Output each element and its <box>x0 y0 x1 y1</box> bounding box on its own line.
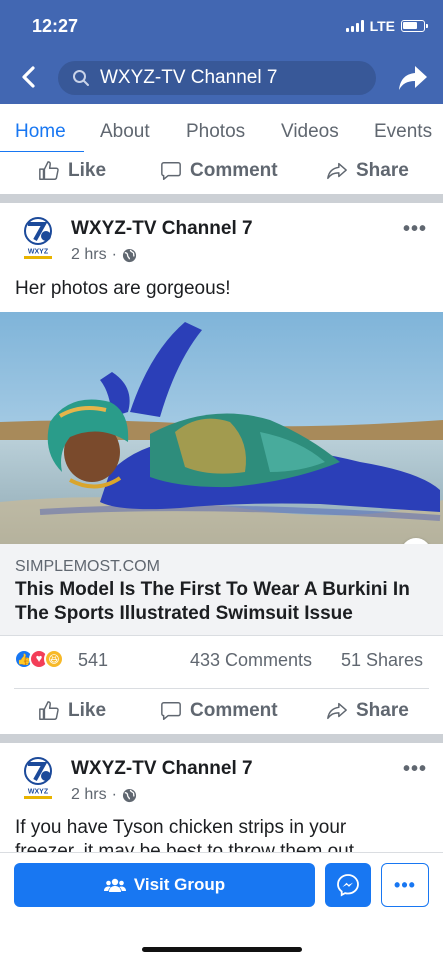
thumbs-up-icon <box>39 161 59 180</box>
shares-count[interactable]: 51 Shares <box>341 650 423 671</box>
page-name[interactable]: WXYZ-TV Channel 7 <box>71 758 253 780</box>
tab-photos[interactable]: Photos <box>186 121 245 143</box>
search-input[interactable]: WXYZ-TV Channel 7 <box>58 61 376 95</box>
feed-divider <box>0 734 443 743</box>
group-icon <box>103 878 126 892</box>
status-time: 12:27 <box>32 16 79 36</box>
back-button[interactable] <box>14 62 44 92</box>
page-logo[interactable]: WXYZ <box>18 756 58 800</box>
like-button[interactable]: Like <box>38 692 106 730</box>
logo-text: WXYZ <box>28 789 49 796</box>
share-page-button[interactable] <box>397 62 429 94</box>
share-icon <box>327 702 347 720</box>
comment-bubble-icon <box>161 162 181 180</box>
search-query: WXYZ-TV Channel 7 <box>100 67 278 88</box>
share-button[interactable]: Share <box>326 152 409 190</box>
thumbs-up-icon <box>39 701 59 720</box>
link-preview[interactable]: SIMPLEMOST.COM This Model Is The First T… <box>0 544 443 636</box>
post-header: WXYZ WXYZ-TV Channel 7 2 hrs · ••• <box>0 212 443 268</box>
globe-icon <box>122 248 136 262</box>
post-header: WXYZ WXYZ-TV Channel 7 2 hrs · ••• <box>0 752 443 808</box>
share-label: Share <box>356 700 409 721</box>
post-time[interactable]: 2 hrs <box>71 246 107 264</box>
post-time[interactable]: 2 hrs <box>71 786 107 804</box>
signal-icon <box>345 20 364 32</box>
post-text: If you have Tyson chicken strips in your <box>15 817 347 838</box>
page-logo[interactable]: WXYZ <box>18 216 58 260</box>
post-meta: 2 hrs · <box>71 786 137 804</box>
reaction-icons: 👍 ♥ 😆 <box>14 649 64 669</box>
post-actions-previous: Like Comment Share <box>0 152 443 190</box>
search-icon <box>73 70 89 86</box>
more-icon: ••• <box>394 874 416 895</box>
post-meta: 2 hrs · <box>71 246 137 264</box>
post-actions: Like Comment Share <box>0 692 443 730</box>
more-options-button[interactable]: ••• <box>381 863 429 907</box>
link-domain: SIMPLEMOST.COM <box>15 558 160 575</box>
post-more-button[interactable]: ••• <box>403 758 427 781</box>
post-text: Her photos are gorgeous! <box>15 278 231 299</box>
bottom-action-bar: Visit Group ••• <box>0 852 443 960</box>
page-name[interactable]: WXYZ-TV Channel 7 <box>71 218 253 240</box>
model-photo <box>0 312 443 544</box>
share-label: Share <box>356 160 409 181</box>
tab-home[interactable]: Home <box>15 121 66 143</box>
post-more-button[interactable]: ••• <box>403 218 427 241</box>
post-image[interactable]: i <box>0 312 443 544</box>
feed-divider <box>0 194 443 203</box>
messenger-button[interactable] <box>325 863 371 907</box>
haha-reaction-icon: 😆 <box>44 649 64 669</box>
visit-group-button[interactable]: Visit Group <box>14 863 315 907</box>
comment-button[interactable]: Comment <box>160 692 278 730</box>
comment-label: Comment <box>190 160 278 181</box>
post-text-continued: freezer, it may be best to throw them ou… <box>15 842 354 852</box>
tab-about[interactable]: About <box>100 121 150 143</box>
back-arrow-icon <box>22 66 35 88</box>
link-title: This Model Is The First To Wear A Burkin… <box>15 579 410 624</box>
tab-events[interactable]: Events <box>374 121 432 143</box>
share-icon <box>327 162 347 180</box>
status-indicators: LTE <box>345 18 428 34</box>
comment-bubble-icon <box>161 702 181 720</box>
network-label: LTE <box>369 18 395 34</box>
page-tabs: Home About Photos Videos Events <box>0 104 443 156</box>
comment-button[interactable]: Comment <box>160 152 278 190</box>
share-arrow-icon <box>399 66 427 90</box>
like-label: Like <box>68 160 107 181</box>
home-indicator <box>142 947 302 952</box>
visit-group-label: Visit Group <box>133 875 226 894</box>
reactions-summary[interactable]: 👍 ♥ 😆 541 433 Comments 51 Shares <box>0 646 443 676</box>
globe-icon <box>122 788 136 802</box>
like-button[interactable]: Like <box>38 152 106 190</box>
comment-label: Comment <box>190 700 278 721</box>
share-button[interactable]: Share <box>326 692 409 730</box>
top-bar: 12:27 LTE WXYZ-TV Channel 7 <box>0 0 443 104</box>
tab-videos[interactable]: Videos <box>281 121 339 143</box>
battery-icon <box>401 20 428 32</box>
messenger-icon <box>337 874 359 897</box>
reaction-count: 541 <box>78 650 109 670</box>
like-label: Like <box>68 700 107 721</box>
separator <box>14 688 429 689</box>
logo-text: WXYZ <box>28 249 49 256</box>
comments-count[interactable]: 433 Comments <box>190 650 312 671</box>
